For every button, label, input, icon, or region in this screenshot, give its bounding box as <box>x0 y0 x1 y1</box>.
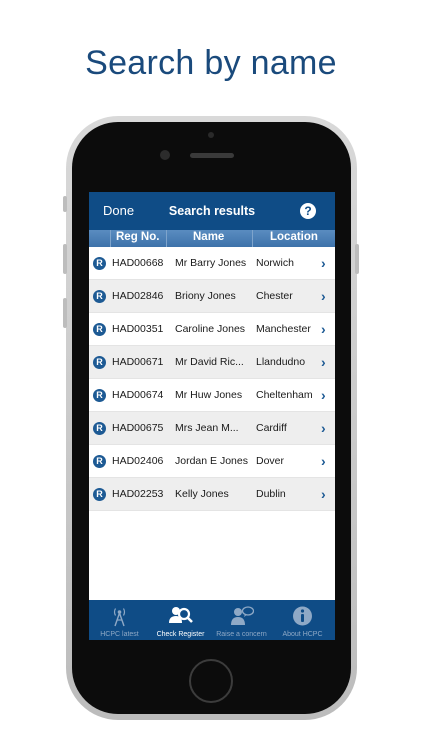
table-row[interactable]: R HAD00668 Mr Barry Jones Norwich › <box>89 247 335 280</box>
chevron-right-icon: › <box>321 387 326 403</box>
reg-number: HAD02846 <box>112 290 164 302</box>
tab-check-register[interactable]: Check Register <box>150 600 211 640</box>
chevron-right-icon: › <box>321 288 326 304</box>
person-speech-icon <box>231 606 254 625</box>
registrant-name: Mrs Jean M... <box>175 422 239 434</box>
registrant-location: Manchester <box>256 323 311 335</box>
reg-number: HAD00671 <box>112 356 164 368</box>
phone-mute-switch <box>63 196 67 212</box>
registered-badge-icon: R <box>93 422 106 435</box>
table-row[interactable]: R HAD00671 Mr David Ric... Llandudno › <box>89 346 335 379</box>
chevron-right-icon: › <box>321 453 326 469</box>
reg-number: HAD00674 <box>112 389 164 401</box>
table-row[interactable]: R HAD02253 Kelly Jones Dublin › <box>89 478 335 511</box>
reg-number: HAD00351 <box>112 323 164 335</box>
column-divider <box>252 230 253 247</box>
tab-raise-concern[interactable]: Raise a concern <box>211 600 272 640</box>
tab-label: Raise a concern <box>216 631 267 638</box>
table-row[interactable]: R HAD00675 Mrs Jean M... Cardiff › <box>89 412 335 445</box>
broadcast-tower-icon <box>113 608 126 627</box>
column-header: Reg No. Name Location <box>89 230 335 247</box>
tab-bar: HCPC latest Check Register Raise a conce… <box>89 600 335 640</box>
registrant-location: Dublin <box>256 488 286 500</box>
column-divider <box>110 230 111 247</box>
table-row[interactable]: R HAD02846 Briony Jones Chester › <box>89 280 335 313</box>
registrant-name: Briony Jones <box>175 290 236 302</box>
column-header-name[interactable]: Name <box>193 231 224 243</box>
info-icon <box>293 606 312 626</box>
registrant-location: Llandudno <box>256 356 306 368</box>
registrant-location: Dover <box>256 455 285 467</box>
tab-label: Check Register <box>156 631 205 638</box>
tab-label: About HCPC <box>282 631 323 638</box>
tab-hcpc-latest[interactable]: HCPC latest <box>89 600 150 640</box>
registrant-name: Kelly Jones <box>175 488 229 500</box>
column-divider <box>166 230 167 247</box>
table-row[interactable]: R HAD00351 Caroline Jones Manchester › <box>89 313 335 346</box>
headline: Search by name <box>85 44 337 82</box>
chevron-right-icon: › <box>321 321 326 337</box>
tab-about-hcpc[interactable]: About HCPC <box>272 600 333 640</box>
registrant-name: Mr David Ric... <box>175 356 244 368</box>
column-header-location[interactable]: Location <box>270 231 318 243</box>
front-camera <box>160 150 170 160</box>
registered-badge-icon: R <box>93 455 106 468</box>
tab-label: HCPC latest <box>100 631 139 638</box>
registrant-location: Chester <box>256 290 293 302</box>
app-screen: Done Search results ? Reg No. Name Locat… <box>89 192 335 640</box>
registered-badge-icon: R <box>93 257 106 270</box>
phone-volume-up <box>63 244 67 274</box>
front-sensor <box>208 132 214 138</box>
navigation-bar: Done Search results ? <box>89 192 335 230</box>
earpiece-speaker <box>190 153 234 158</box>
reg-number: HAD02406 <box>112 455 164 467</box>
column-header-reg[interactable]: Reg No. <box>116 231 159 243</box>
registered-badge-icon: R <box>93 356 106 369</box>
done-button[interactable]: Done <box>103 203 134 218</box>
registered-badge-icon: R <box>93 488 106 501</box>
registrant-location: Norwich <box>256 257 294 269</box>
registrant-name: Jordan E Jones <box>175 455 248 467</box>
registered-badge-icon: R <box>93 290 106 303</box>
registrant-name: Mr Barry Jones <box>175 257 247 269</box>
chevron-right-icon: › <box>321 354 326 370</box>
table-row[interactable]: R HAD00674 Mr Huw Jones Cheltenham › <box>89 379 335 412</box>
home-button[interactable] <box>189 659 233 703</box>
chevron-right-icon: › <box>321 420 326 436</box>
registrant-name: Caroline Jones <box>175 323 246 335</box>
chevron-right-icon: › <box>321 486 326 502</box>
help-icon[interactable]: ? <box>300 203 316 219</box>
registrant-name: Mr Huw Jones <box>175 389 243 401</box>
reg-number: HAD00675 <box>112 422 164 434</box>
people-search-icon <box>169 607 193 623</box>
registered-badge-icon: R <box>93 389 106 402</box>
chevron-right-icon: › <box>321 255 326 271</box>
table-row[interactable]: R HAD02406 Jordan E Jones Dover › <box>89 445 335 478</box>
reg-number: HAD02253 <box>112 488 164 500</box>
phone-power-button <box>355 244 359 274</box>
phone-volume-down <box>63 298 67 328</box>
reg-number: HAD00668 <box>112 257 164 269</box>
registrant-location: Cardiff <box>256 422 287 434</box>
registrant-location: Cheltenham <box>256 389 313 401</box>
registered-badge-icon: R <box>93 323 106 336</box>
